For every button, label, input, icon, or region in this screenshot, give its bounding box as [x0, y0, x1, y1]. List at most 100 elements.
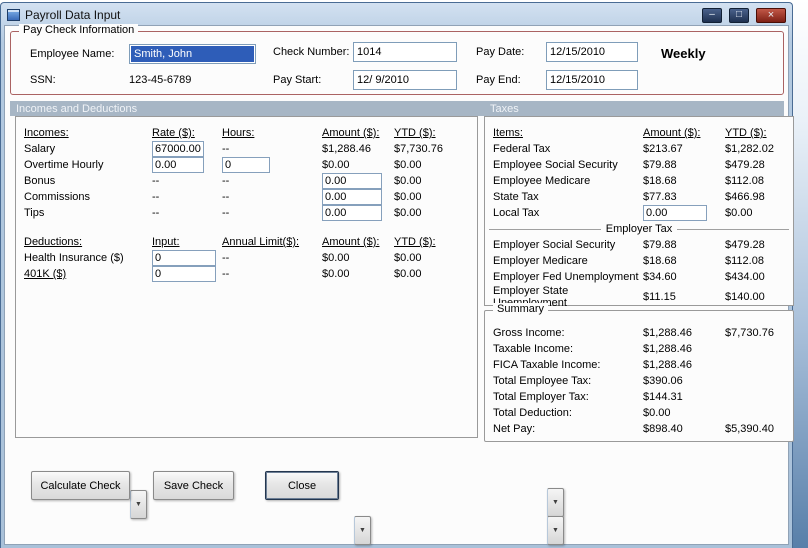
deduction-ytd: $0.00: [394, 268, 422, 280]
incomes-header-row: Incomes: Rate ($): Hours: Amount ($): YT…: [16, 125, 477, 141]
client-area: Pay Check Information Employee Name: Smi…: [4, 24, 794, 545]
tax-amount: $77.83: [643, 191, 677, 203]
summary-row-fica-taxable: FICA Taxable Income: $1,288.46: [485, 357, 793, 373]
pay-end-label: Pay End:: [476, 74, 521, 86]
tax-ytd: $0.00: [725, 207, 753, 219]
ytd-col-header: YTD ($):: [725, 127, 767, 139]
chevron-down-icon[interactable]: ▼: [354, 516, 371, 545]
income-rate: --: [152, 175, 160, 187]
employee-name-combobox[interactable]: Smith, John ▼: [129, 44, 256, 519]
deduction-amount: $0.00: [322, 252, 350, 264]
tax-amount: $18.68: [643, 255, 677, 267]
check-number-label: Check Number:: [273, 46, 350, 58]
health-insurance-input[interactable]: [152, 250, 216, 266]
summary-label: Total Employee Tax:: [493, 375, 592, 387]
tax-ytd: $112.08: [725, 175, 764, 187]
maximize-button[interactable]: □: [729, 7, 749, 23]
income-label: Commissions: [24, 191, 91, 203]
save-check-button[interactable]: Save Check: [153, 471, 234, 500]
tax-row-employer-fed-unemployment: Employer Fed Unemployment $34.60 $434.00: [485, 269, 793, 285]
tax-label: Employer Fed Unemployment: [493, 271, 639, 283]
income-hours: --: [222, 207, 230, 219]
summary-row-gross: Gross Income: $1,288.46 $7,730.76: [485, 325, 793, 341]
chevron-down-icon[interactable]: ▼: [130, 490, 147, 519]
overtime-rate-input[interactable]: [152, 157, 204, 173]
employee-name-value: Smith, John: [131, 46, 254, 62]
deduction-row-health-insurance: Health Insurance ($) -- $0.00 $0.00: [16, 250, 477, 266]
close-button[interactable]: Close: [265, 471, 339, 500]
income-row-salary: Salary -- $1,288.46 $7,730.76: [16, 141, 477, 157]
tax-row-employer-social-security: Employer Social Security $79.88 $479.28: [485, 237, 793, 253]
minimize-button[interactable]: –: [702, 7, 722, 23]
income-label: Salary: [24, 143, 56, 155]
close-window-button[interactable]: ×: [756, 7, 786, 23]
tax-label: Federal Tax: [493, 143, 551, 155]
bonus-amount-input[interactable]: [322, 173, 382, 189]
income-ytd: $0.00: [394, 159, 422, 171]
income-rate: --: [152, 207, 160, 219]
overtime-hours-input[interactable]: [222, 157, 270, 173]
income-ytd: $7,730.76: [394, 143, 443, 155]
section-band: Incomes and Deductions Taxes: [10, 101, 784, 116]
tax-ytd: $112.08: [725, 255, 764, 267]
summary-amount: $0.00: [643, 407, 671, 419]
app-icon: [7, 9, 20, 21]
summary-label: FICA Taxable Income:: [493, 359, 601, 371]
titlebar[interactable]: Payroll Data Input – □ ×: [4, 5, 789, 25]
local-tax-input[interactable]: [643, 205, 707, 221]
pay-frequency-label: Weekly: [661, 46, 706, 61]
calculate-check-button[interactable]: Calculate Check: [31, 471, 130, 500]
salary-rate-input[interactable]: [152, 141, 204, 157]
pay-end-value: 12/15/2010: [550, 74, 606, 86]
pay-date-datepicker[interactable]: 12/15/2010 ▼: [546, 42, 638, 517]
tax-row-employee-social-security: Employee Social Security $79.88 $479.28: [485, 157, 793, 173]
pay-start-datepicker[interactable]: 12/ 9/2010 ▼: [353, 70, 457, 545]
tax-label: Employer Social Security: [493, 239, 616, 251]
tips-amount-input[interactable]: [322, 205, 382, 221]
summary-row-taxable: Taxable Income: $1,288.46: [485, 341, 793, 357]
income-hours: --: [222, 175, 230, 187]
amount-col-header: Amount ($):: [322, 127, 380, 139]
tax-row-employer-state-unemployment: Employer State Unemployment $11.15 $140.…: [485, 285, 793, 309]
amount-col-header: Amount ($):: [643, 127, 701, 139]
summary-row-net-pay: Net Pay: $898.40 $5,390.40: [485, 421, 793, 437]
items-col-header: Items:: [493, 127, 523, 139]
deductions-header-row: Deductions: Input: Annual Limit($): Amou…: [16, 234, 477, 250]
maximize-icon: □: [735, 9, 743, 20]
chevron-down-icon[interactable]: ▼: [547, 516, 564, 545]
income-row-bonus: Bonus -- -- $0.00: [16, 173, 477, 189]
tax-row-employee-medicare: Employee Medicare $18.68 $112.08: [485, 173, 793, 189]
tax-label: State Tax: [493, 191, 539, 203]
tax-label: Local Tax: [493, 207, 540, 219]
summary-row-total-employer-tax: Total Employer Tax: $144.31: [485, 389, 793, 405]
incomes-col-header: Incomes:: [24, 127, 69, 139]
summary-label: Total Deduction:: [493, 407, 572, 419]
tax-amount: $34.60: [643, 271, 677, 283]
check-number-input[interactable]: [353, 42, 457, 62]
income-row-commissions: Commissions -- -- $0.00: [16, 189, 477, 205]
tax-ytd: $1,282.02: [725, 143, 774, 155]
income-label: Tips: [24, 207, 45, 219]
tax-amount: $213.67: [643, 143, 683, 155]
summary-label: Net Pay:: [493, 423, 536, 435]
tax-ytd: $466.98: [725, 191, 765, 203]
incomes-deductions-panel: Incomes: Rate ($): Hours: Amount ($): YT…: [15, 116, 478, 438]
commissions-amount-input[interactable]: [322, 189, 382, 205]
ssn-label: SSN:: [30, 74, 56, 86]
tax-amount: $11.15: [643, 291, 676, 303]
annual-limit-col-header: Annual Limit($):: [222, 236, 300, 248]
summary-amount: $1,288.46: [643, 327, 692, 339]
tax-label: Employer Medicare: [493, 255, 588, 267]
chevron-down-icon[interactable]: ▼: [547, 488, 564, 517]
401k-link[interactable]: 401K ($): [24, 268, 152, 280]
summary-ytd: $5,390.40: [725, 423, 774, 435]
employee-name-label: Employee Name:: [30, 48, 115, 60]
summary-legend: Summary: [493, 303, 549, 315]
employer-tax-header: Employer Tax: [605, 223, 673, 235]
ytd-col-header: YTD ($):: [394, 127, 436, 139]
deduction-ytd: $0.00: [394, 252, 422, 264]
paycheck-group-legend: Pay Check Information: [19, 24, 139, 36]
tax-ytd: $479.28: [725, 239, 765, 251]
401k-input[interactable]: [152, 266, 216, 282]
pay-end-datepicker[interactable]: 12/15/2010 ▼: [546, 70, 638, 545]
